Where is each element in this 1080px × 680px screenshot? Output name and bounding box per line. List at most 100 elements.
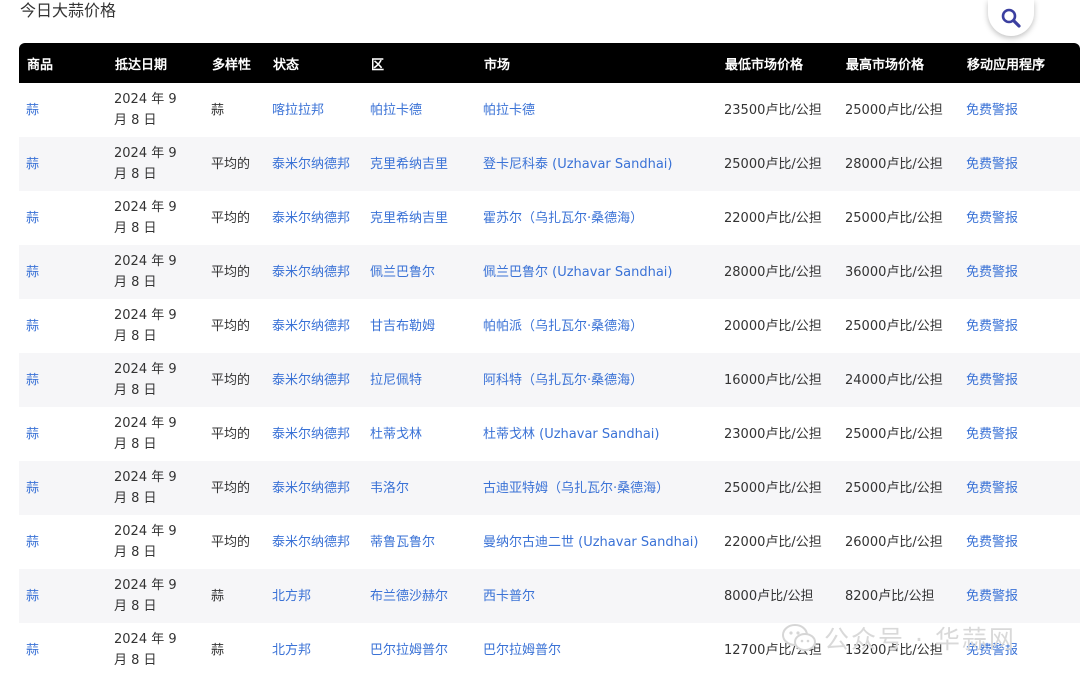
table-cell: 免费警报 [959, 353, 1080, 407]
market-link[interactable]: 杜蒂戈林 (Uzhavar Sandhai) [483, 427, 659, 442]
table-cell: 泰米尔纳德邦 [265, 515, 363, 569]
free-alert-link[interactable]: 免费警报 [966, 535, 1018, 550]
table-cell: 平均的 [204, 245, 265, 299]
commodity-link[interactable]: 蒜 [26, 535, 39, 550]
table-cell: 曼纳尔古迪二世 (Uzhavar Sandhai) [476, 515, 717, 569]
watermark: 公众号 · 华蒜网 [782, 618, 1016, 658]
district-link[interactable]: 蒂鲁瓦鲁尔 [370, 535, 435, 550]
district-link[interactable]: 帕拉卡德 [370, 103, 422, 118]
max-price-cell: 25000卢比/公担 [845, 318, 943, 334]
state-link[interactable]: 喀拉拉邦 [272, 103, 324, 118]
table-cell: 2024 年 9 月 8 日 [107, 353, 204, 407]
commodity-link[interactable]: 蒜 [26, 481, 39, 496]
market-link[interactable]: 霍苏尔（乌扎瓦尔·桑德海） [483, 211, 643, 226]
commodity-link[interactable]: 蒜 [26, 643, 39, 658]
table-cell: 23500卢比/公担 [717, 83, 838, 137]
state-link[interactable]: 北方邦 [272, 643, 311, 658]
state-link[interactable]: 泰米尔纳德邦 [272, 211, 350, 226]
table-cell: 北方邦 [265, 569, 363, 623]
commodity-link[interactable]: 蒜 [26, 319, 39, 334]
table-cell: 2024 年 9 月 8 日 [107, 623, 204, 677]
table-cell: 25000卢比/公担 [838, 461, 959, 515]
district-link[interactable]: 巴尔拉姆普尔 [370, 643, 448, 658]
table-cell: 泰米尔纳德邦 [265, 137, 363, 191]
max-price-cell: 25000卢比/公担 [845, 210, 943, 226]
column-header: 多样性 [212, 57, 252, 73]
table-row: 蒜 2024 年 9 月 8 日 平均的 泰米尔纳德邦 韦洛尔 古迪亚特姆（乌扎瓦尔·桑德… [19, 461, 1080, 515]
max-price-cell: 26000卢比/公担 [845, 534, 943, 550]
state-link[interactable]: 泰米尔纳德邦 [272, 157, 350, 172]
commodity-link[interactable]: 蒜 [26, 157, 39, 172]
max-price-cell: 36000卢比/公担 [845, 264, 943, 280]
market-link[interactable]: 登卡尼科泰 (Uzhavar Sandhai) [483, 157, 672, 172]
commodity-link[interactable]: 蒜 [26, 427, 39, 442]
free-alert-link[interactable]: 免费警报 [966, 481, 1018, 496]
free-alert-link[interactable]: 免费警报 [966, 103, 1018, 118]
table-cell: 韦洛尔 [363, 461, 476, 515]
table-cell: 免费警报 [959, 245, 1080, 299]
district-link[interactable]: 甘吉布勒姆 [370, 319, 435, 334]
market-link[interactable]: 帕帕派（乌扎瓦尔·桑德海） [483, 319, 643, 334]
arrival-date-cell: 2024 年 9 月 8 日 [114, 200, 177, 236]
market-link[interactable]: 帕拉卡德 [483, 103, 535, 118]
table-cell: 克里希纳吉里 [363, 191, 476, 245]
state-link[interactable]: 泰米尔纳德邦 [272, 319, 350, 334]
state-link[interactable]: 泰米尔纳德邦 [272, 481, 350, 496]
district-link[interactable]: 布兰德沙赫尔 [370, 589, 448, 604]
variety-cell: 平均的 [211, 480, 251, 496]
district-link[interactable]: 拉尼佩特 [370, 373, 422, 388]
table-row: 蒜 2024 年 9 月 8 日 平均的 泰米尔纳德邦 克里希纳吉里 霍苏尔（乌扎瓦尔·桑… [19, 191, 1080, 245]
table-cell: 拉尼佩特 [363, 353, 476, 407]
district-link[interactable]: 杜蒂戈林 [370, 427, 422, 442]
free-alert-link[interactable]: 免费警报 [966, 427, 1018, 442]
table-cell: 平均的 [204, 353, 265, 407]
table-cell: 克里希纳吉里 [363, 137, 476, 191]
state-link[interactable]: 北方邦 [272, 589, 311, 604]
table-cell: 蒜 [204, 569, 265, 623]
commodity-link[interactable]: 蒜 [26, 265, 39, 280]
table-cell: 蒜 [19, 83, 107, 137]
price-table: 商品 抵达日期 多样性 状态 区 市场 最低市场价格 最高市场价格 移动应用程序 蒜 2024 年… [19, 43, 1080, 677]
district-link[interactable]: 佩兰巴鲁尔 [370, 265, 435, 280]
search-icon [1000, 7, 1022, 29]
table-cell: 平均的 [204, 461, 265, 515]
market-link[interactable]: 西卡普尔 [483, 589, 535, 604]
market-link[interactable]: 阿科特（乌扎瓦尔·桑德海） [483, 373, 643, 388]
state-link[interactable]: 泰米尔纳德邦 [272, 427, 350, 442]
arrival-date-cell: 2024 年 9 月 8 日 [114, 254, 177, 290]
commodity-link[interactable]: 蒜 [26, 103, 39, 118]
table-row: 蒜 2024 年 9 月 8 日 平均的 泰米尔纳德邦 甘吉布勒姆 帕帕派（乌扎瓦尔·桑德… [19, 299, 1080, 353]
state-link[interactable]: 泰米尔纳德邦 [272, 373, 350, 388]
district-link[interactable]: 韦洛尔 [370, 481, 409, 496]
free-alert-link[interactable]: 免费警报 [966, 211, 1018, 226]
free-alert-link[interactable]: 免费警报 [966, 373, 1018, 388]
commodity-link[interactable]: 蒜 [26, 373, 39, 388]
min-price-cell: 25000卢比/公担 [724, 156, 822, 172]
market-link[interactable]: 佩兰巴鲁尔 (Uzhavar Sandhai) [483, 265, 672, 280]
free-alert-link[interactable]: 免费警报 [966, 589, 1018, 604]
table-row: 蒜 2024 年 9 月 8 日 平均的 泰米尔纳德邦 杜蒂戈林 杜蒂戈林 (Uzhava… [19, 407, 1080, 461]
free-alert-link[interactable]: 免费警报 [966, 265, 1018, 280]
table-cell: 免费警报 [959, 569, 1080, 623]
commodity-link[interactable]: 蒜 [26, 589, 39, 604]
state-link[interactable]: 泰米尔纳德邦 [272, 265, 350, 280]
district-link[interactable]: 克里希纳吉里 [370, 157, 448, 172]
market-link[interactable]: 巴尔拉姆普尔 [483, 643, 561, 658]
free-alert-link[interactable]: 免费警报 [966, 319, 1018, 334]
market-link[interactable]: 古迪亚特姆（乌扎瓦尔·桑德海） [483, 481, 669, 496]
table-cell: 西卡普尔 [476, 569, 717, 623]
table-cell: 免费警报 [959, 83, 1080, 137]
table-cell: 2024 年 9 月 8 日 [107, 299, 204, 353]
table-cell: 佩兰巴鲁尔 (Uzhavar Sandhai) [476, 245, 717, 299]
commodity-link[interactable]: 蒜 [26, 211, 39, 226]
table-cell: 26000卢比/公担 [838, 515, 959, 569]
free-alert-link[interactable]: 免费警报 [966, 157, 1018, 172]
column-header: 移动应用程序 [967, 57, 1046, 73]
state-link[interactable]: 泰米尔纳德邦 [272, 535, 350, 550]
market-link[interactable]: 曼纳尔古迪二世 (Uzhavar Sandhai) [483, 535, 698, 550]
table-cell: 布兰德沙赫尔 [363, 569, 476, 623]
district-link[interactable]: 克里希纳吉里 [370, 211, 448, 226]
min-price-cell: 25000卢比/公担 [724, 480, 822, 496]
table-cell: 22000卢比/公担 [717, 515, 838, 569]
search-button[interactable] [988, 0, 1034, 36]
